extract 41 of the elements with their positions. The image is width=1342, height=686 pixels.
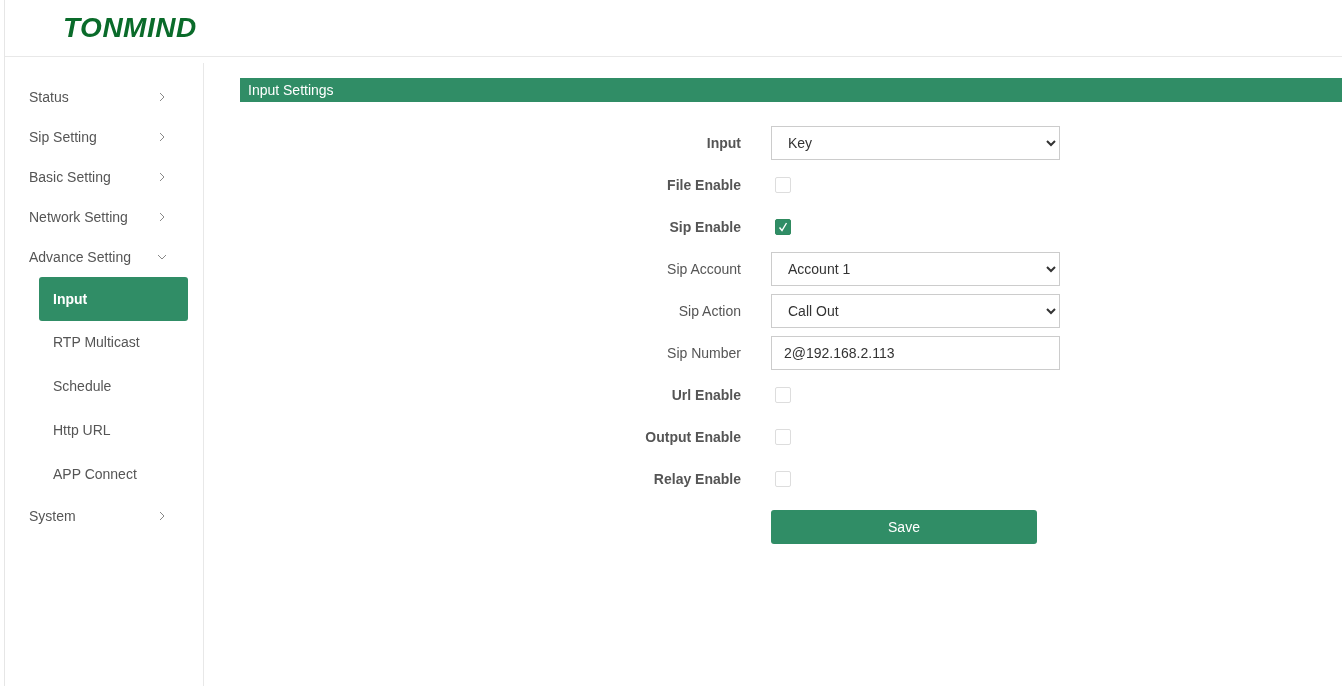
dropdown[interactable]: Call Out	[771, 294, 1060, 328]
sidebar-subitem[interactable]: Input	[39, 277, 188, 321]
section-title: Input Settings	[240, 78, 1342, 102]
field-label: Sip Number	[666, 345, 741, 361]
sidebar-subitem[interactable]: RTP Multicast	[39, 320, 188, 364]
logo: TONMIND	[63, 12, 197, 44]
chevron-right-icon	[157, 92, 167, 102]
sidebar-item[interactable]: Advance Setting	[5, 237, 203, 277]
field-label: Sip Account	[666, 261, 741, 277]
field-label: Sip Enable	[668, 219, 741, 235]
dropdown[interactable]: Key	[771, 126, 1060, 160]
sidebar-item-label: Sip Setting	[29, 129, 97, 145]
field-label: File Enable	[666, 177, 741, 193]
sidebar-item-label: Status	[29, 89, 69, 105]
sidebar-item-label: Network Setting	[29, 209, 128, 225]
checkmark-icon	[778, 222, 788, 232]
sidebar-item[interactable]: System	[5, 496, 203, 536]
field-label: Sip Action	[677, 303, 741, 319]
chevron-right-icon	[157, 132, 167, 142]
sidebar-item[interactable]: Status	[5, 77, 203, 117]
input-field[interactable]: 2@192.168.2.113	[771, 336, 1060, 370]
chevron-right-icon	[157, 511, 167, 521]
chevron-right-icon	[157, 212, 167, 222]
sidebar-subitem[interactable]: Schedule	[39, 364, 188, 408]
sidebar-item[interactable]: Sip Setting	[5, 117, 203, 157]
sidebar-item-label: System	[29, 508, 76, 524]
sidebar-item[interactable]: Network Setting	[5, 197, 203, 237]
sidebar-item[interactable]: Basic Setting	[5, 157, 203, 197]
sidebar-subitem[interactable]: APP Connect	[39, 452, 188, 496]
dropdown[interactable]: Account 1	[771, 252, 1060, 286]
sidebar-item-label: Advance Setting	[29, 249, 131, 265]
sidebar-item-label: Basic Setting	[29, 169, 111, 185]
chevron-right-icon	[157, 172, 167, 182]
field-label: Url Enable	[670, 387, 741, 403]
field-label: Output Enable	[644, 429, 741, 445]
field-label: Input	[705, 135, 741, 151]
save-button[interactable]: Save	[771, 510, 1037, 544]
checkbox[interactable]	[775, 219, 791, 235]
field-label: Relay Enable	[652, 471, 741, 487]
sidebar-subitem[interactable]: Http URL	[39, 408, 188, 452]
chevron-down-icon	[157, 252, 167, 262]
